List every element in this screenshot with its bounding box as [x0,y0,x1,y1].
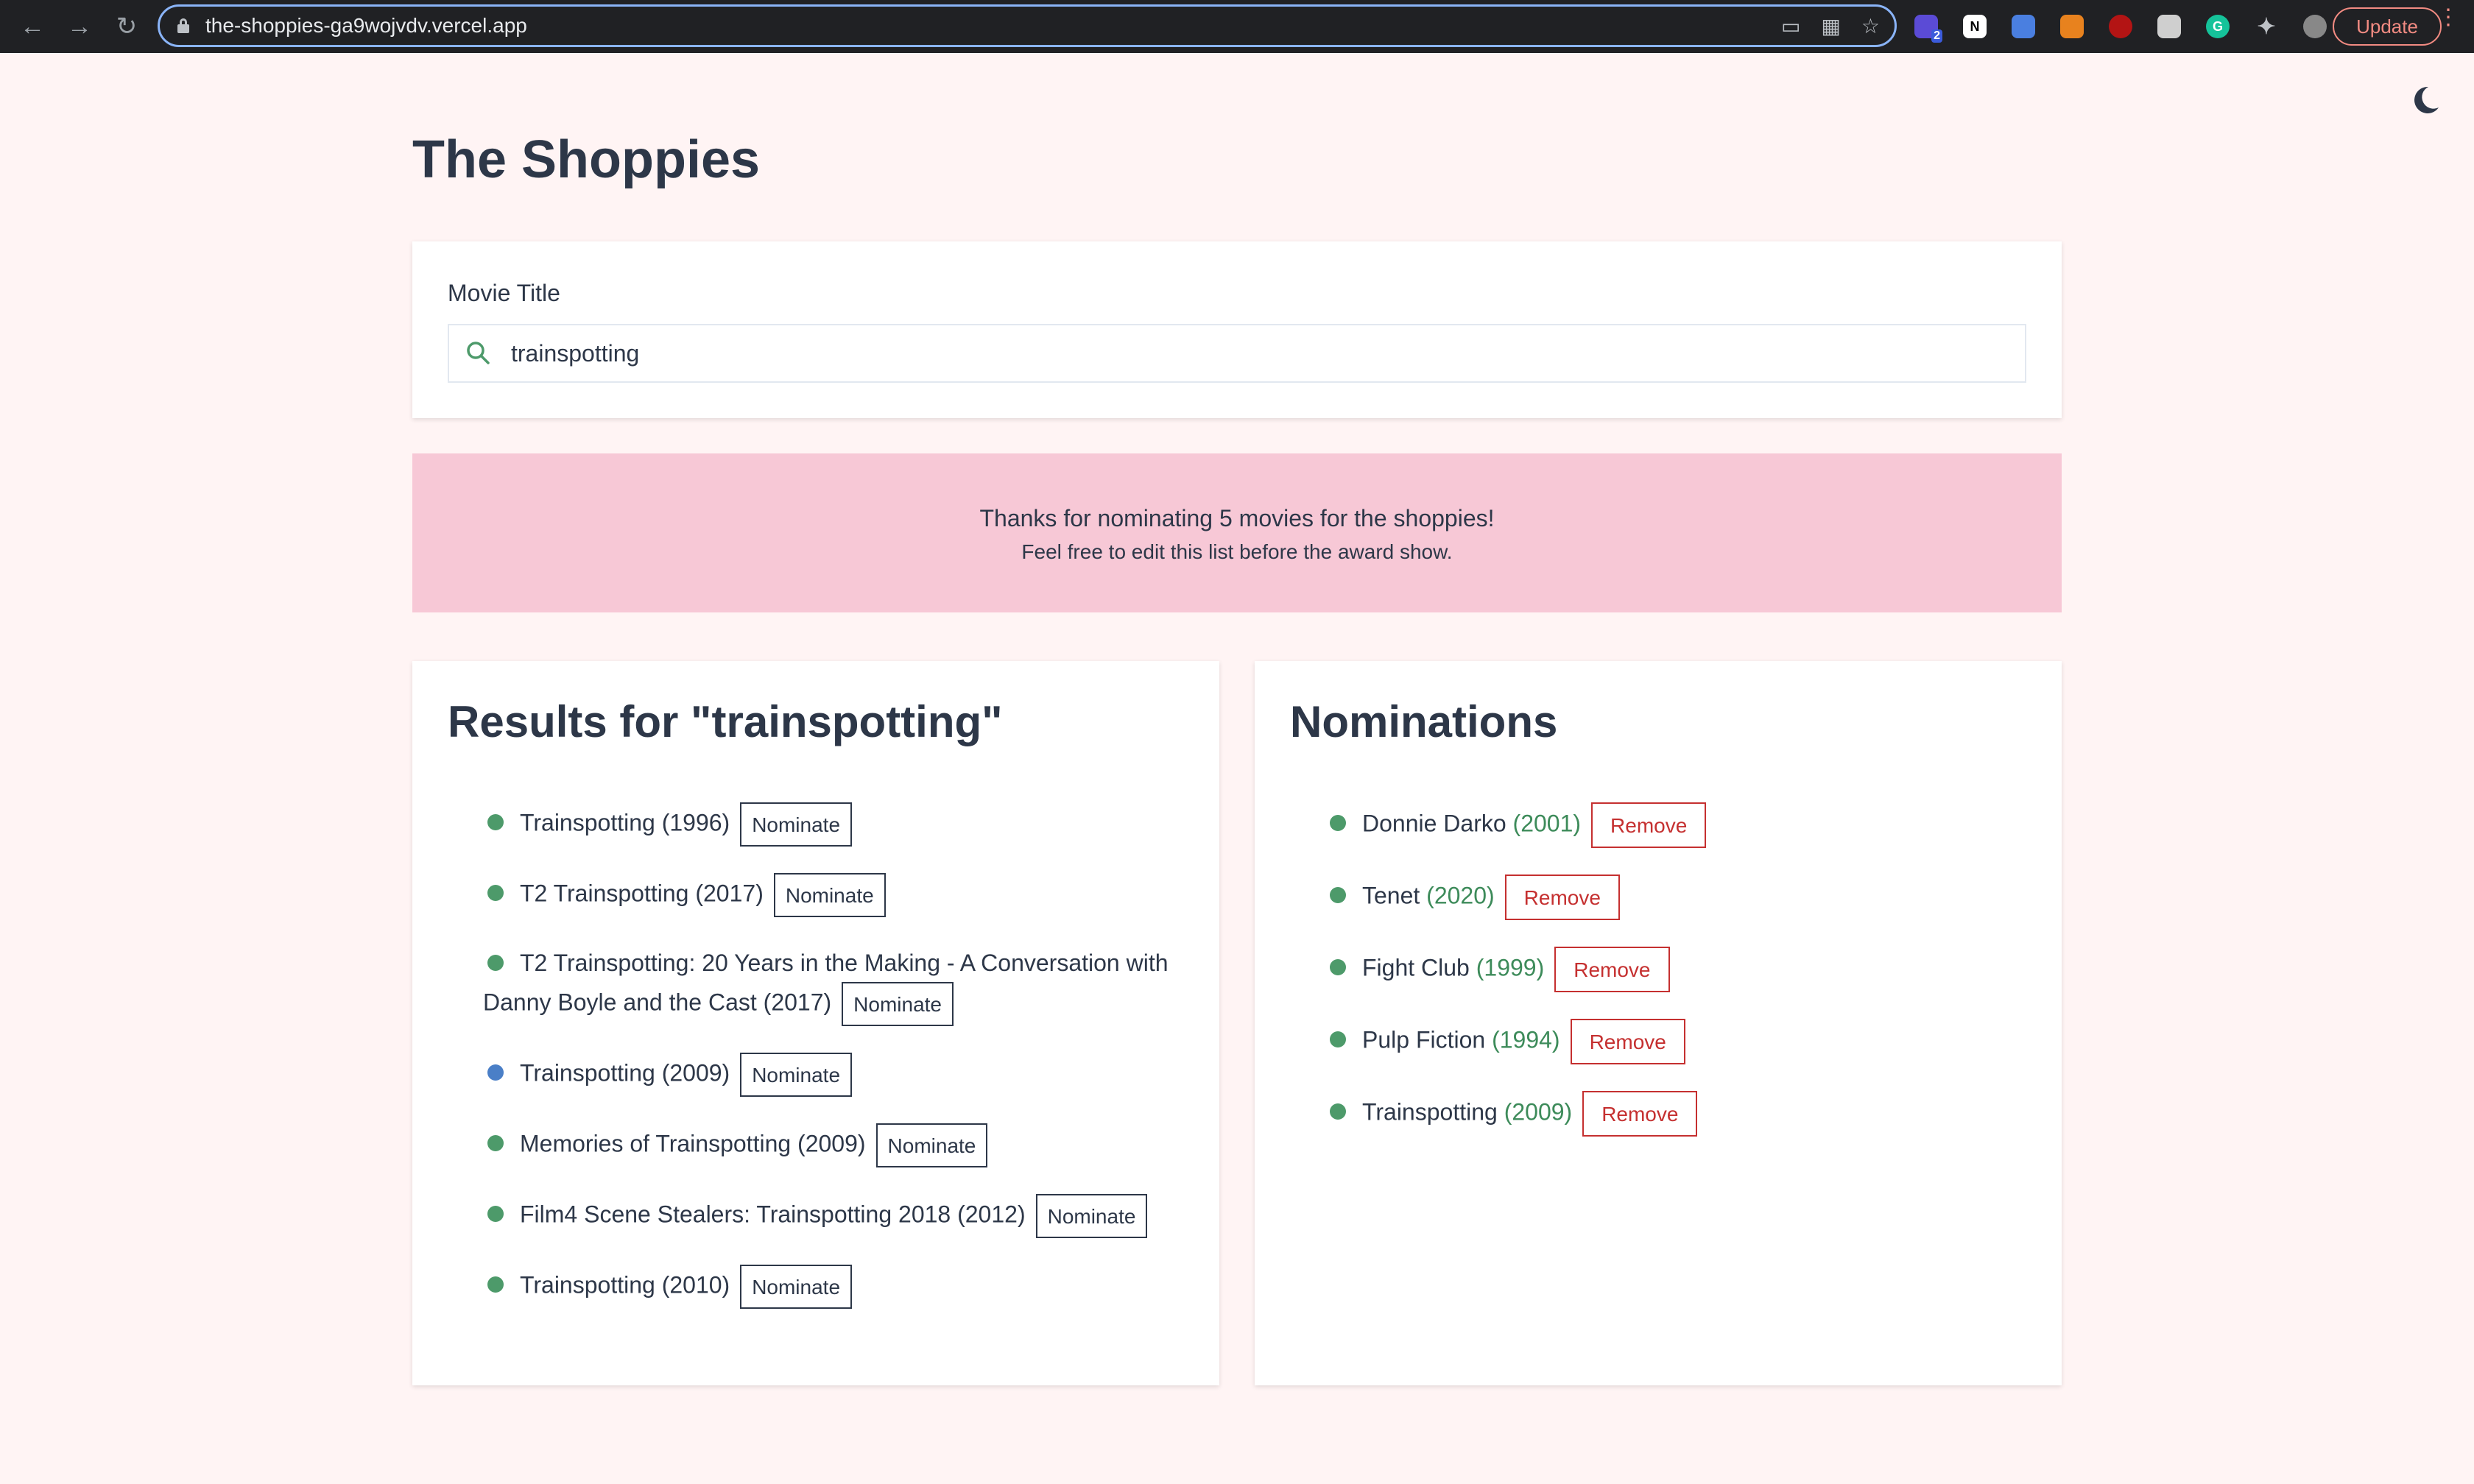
nomination-item: Pulp Fiction (1994) Remove [1325,1019,2032,1064]
browser-toolbar: ← → ↻ the-shoppies-ga9wojvdv.vercel.app … [0,0,2474,53]
nomination-title: Trainspotting [1362,1098,1498,1126]
result-title: T2 Trainspotting: 20 Years in the Making… [483,950,1169,1016]
forward-icon[interactable]: → [63,10,96,43]
remove-button[interactable]: Remove [1582,1091,1698,1137]
qr-code-icon[interactable]: ▦ [1821,14,1840,38]
results-list: Trainspotting (1996) Nominate T2 Trainspot… [483,802,1190,1335]
moon-icon[interactable] [2409,82,2442,118]
bullet-dot-icon [1330,887,1346,903]
bullet-dot-icon [487,1276,504,1293]
bullet-dot-icon [487,885,504,901]
cast-icon[interactable]: ▭ [1781,14,1800,38]
bullet-dot-icon [487,1135,504,1151]
bookmark-star-icon[interactable]: ☆ [1861,14,1880,38]
nominations-card: Nominations Donnie Darko (2001) Remove Ten… [1255,661,2062,1385]
remove-button[interactable]: Remove [1554,947,1670,992]
nomination-year: (1994) [1492,1026,1560,1053]
remove-button[interactable]: Remove [1504,875,1620,920]
bullet-dot-icon [487,1064,504,1081]
results-card: Results for "trainspotting" Trainspottin… [412,661,1219,1385]
bullet-dot-icon [487,1206,504,1222]
remove-button[interactable]: Remove [1591,802,1707,848]
result-title: T2 Trainspotting (2017) [520,880,764,907]
nominate-button[interactable]: Nominate [875,1123,988,1167]
search-label: Movie Title [448,280,560,306]
result-title: Memories of Trainspotting (2009) [520,1130,866,1157]
search-icon [467,342,490,364]
puzzle-extensions-icon[interactable]: ✦ [2255,15,2278,39]
reload-icon[interactable]: ↻ [110,10,143,43]
nomination-title: Tenet [1362,882,1420,909]
bullet-dot-icon [1330,1031,1346,1047]
result-item: Trainspotting (1996) Nominate [483,802,1190,847]
nomination-item: Donnie Darko (2001) Remove [1325,802,2032,848]
nominate-button[interactable]: Nominate [842,982,954,1026]
nominate-button[interactable]: Nominate [740,1053,853,1097]
lock-icon[interactable] [177,18,189,33]
search-input[interactable] [510,339,1911,368]
ublock-icon[interactable] [2109,15,2132,38]
result-title: Film4 Scene Stealers: Trainspotting 2018… [520,1201,1026,1228]
profile-avatar[interactable] [2303,15,2327,38]
extension-icon[interactable]: 2 [1914,15,1942,43]
banner-sub-message: Feel free to edit this list before the a… [1021,540,1453,563]
nominate-button[interactable]: Nominate [1035,1194,1148,1238]
bullet-dot-icon [1330,1103,1346,1120]
grammarly-icon[interactable]: G [2206,15,2230,38]
result-item: Trainspotting (2009) Nominate [483,1053,1190,1097]
nomination-item: Trainspotting (2009) Remove [1325,1091,2032,1137]
bullet-dot-icon [487,954,504,971]
bullet-dot-icon [1330,959,1346,975]
docs-icon[interactable] [2012,15,2035,38]
nominations-list: Donnie Darko (2001) Remove Tenet (2020) Rem… [1325,802,2032,1163]
result-item: Trainspotting (2010) Nominate [483,1265,1190,1309]
nomination-item: Fight Club (1999) Remove [1325,947,2032,992]
result-item: T2 Trainspotting (2017) Nominate [483,873,1190,917]
more-menu-icon[interactable]: ⋮ [2437,7,2459,29]
search-box[interactable] [448,324,2026,383]
update-button[interactable]: Update [2333,7,2442,46]
bullet-dot-icon [1330,815,1346,831]
result-title: Trainspotting (2009) [520,1059,730,1086]
metamask-icon[interactable] [2060,15,2084,38]
nominations-heading: Nominations [1290,697,1558,746]
nominate-button[interactable]: Nominate [773,873,886,917]
nomination-year: (2001) [1512,810,1582,837]
result-title: Trainspotting (1996) [520,809,730,836]
url-text[interactable]: the-shoppies-ga9wojvdv.vercel.app [205,14,527,38]
remove-button[interactable]: Remove [1570,1019,1685,1064]
extension-badge: 2 [1931,29,1942,43]
nomination-title: Donnie Darko [1362,810,1506,837]
results-heading: Results for "trainspotting" [448,697,1003,746]
notion-icon[interactable]: N [1963,15,1987,38]
bullet-dot-icon [487,814,504,830]
result-item: Film4 Scene Stealers: Trainspotting 2018… [483,1194,1190,1238]
back-icon[interactable]: ← [16,10,49,43]
nominate-button[interactable]: Nominate [740,1265,853,1309]
result-item: Memories of Trainspotting (2009) Nominate [483,1123,1190,1167]
nomination-item: Tenet (2020) Remove [1325,875,2032,920]
nomination-title: Pulp Fiction [1362,1026,1486,1053]
banner-message: Thanks for nominating 5 movies for the s… [979,505,1495,531]
page-title: The Shoppies [412,130,761,189]
nomination-year: (2009) [1504,1098,1573,1126]
result-item: T2 Trainspotting: 20 Years in the Making… [483,944,1190,1026]
nomination-year: (2020) [1426,882,1495,909]
nomination-year: (1999) [1476,954,1545,981]
result-title: Trainspotting (2010) [520,1271,730,1298]
nomination-title: Fight Club [1362,954,1470,981]
nominate-button[interactable]: Nominate [740,802,853,847]
address-bar[interactable]: the-shoppies-ga9wojvdv.vercel.app ▭ ▦ ☆ [158,4,1897,47]
document-icon[interactable] [2157,15,2181,38]
nomination-complete-banner: Thanks for nominating 5 movies for the s… [412,453,2062,612]
search-card: Movie Title [412,241,2062,418]
